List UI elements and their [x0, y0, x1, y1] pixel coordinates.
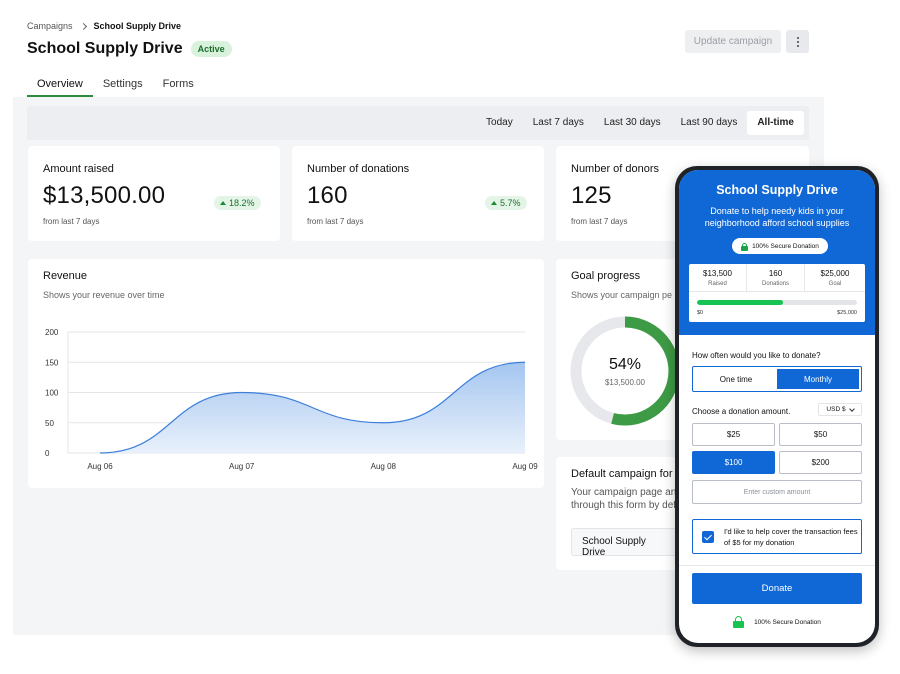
- goal-label: Goal: [828, 281, 842, 287]
- cover-fees-text: I'd like to help cover the transaction f…: [724, 527, 858, 547]
- goal-progress-bar: [697, 300, 857, 305]
- range-all-time[interactable]: All-time: [747, 111, 804, 135]
- tab-overview[interactable]: Overview: [27, 72, 93, 97]
- stat-subtext: from last 7 days: [43, 217, 100, 226]
- lock-icon: [733, 616, 745, 628]
- secure-badge: 100% Secure Donation: [732, 238, 828, 254]
- revenue-card: Revenue Shows your revenue over time 0 50…: [28, 259, 544, 488]
- divider: [679, 565, 875, 566]
- donations-value: 160: [768, 269, 783, 278]
- trend-up-icon: [491, 201, 497, 205]
- donation-description: Donate to help needy kids in your neighb…: [704, 206, 850, 228]
- raised-label: Raised: [708, 281, 727, 287]
- cover-fees-checkbox[interactable]: [702, 531, 714, 543]
- amount-25-button[interactable]: $25: [692, 423, 775, 446]
- stat-label: Amount raised: [43, 163, 114, 175]
- title-row: School Supply Drive Active: [27, 40, 232, 58]
- amount-100-button[interactable]: $100: [692, 451, 775, 474]
- trend-up-icon: [220, 201, 226, 205]
- donation-header: School Supply Drive Donate to help needy…: [679, 170, 875, 335]
- x-tick-label: Aug 06: [87, 462, 113, 471]
- stat-change-badge: 5.7%: [485, 196, 527, 210]
- frequency-toggle: One time Monthly: [692, 366, 862, 392]
- y-tick-label: 150: [45, 358, 59, 367]
- chevron-right-icon: [79, 22, 87, 30]
- amount-200-button[interactable]: $200: [779, 451, 862, 474]
- goal-amount: $13,500.00: [604, 377, 646, 387]
- range-last-30-days[interactable]: Last 30 days: [594, 111, 671, 135]
- tab-settings[interactable]: Settings: [93, 72, 153, 97]
- chevron-down-icon: [848, 405, 855, 412]
- donate-button[interactable]: Donate: [692, 573, 862, 604]
- goal-progress-fill: [697, 300, 784, 305]
- frequency-monthly[interactable]: Monthly: [777, 369, 859, 389]
- donation-form-screen: School Supply Drive Donate to help needy…: [679, 170, 875, 643]
- date-range-bar: Today Last 7 days Last 30 days Last 90 d…: [27, 106, 809, 140]
- default-form-select[interactable]: School Supply Drive: [571, 528, 681, 558]
- stat-change-badge: 18.2%: [214, 196, 261, 210]
- tab-forms[interactable]: Forms: [153, 72, 204, 97]
- default-form-desc-line2: through this form by defa: [571, 500, 682, 511]
- stat-label: Number of donations: [307, 163, 410, 175]
- lock-icon: [741, 242, 749, 251]
- stat-value: 125: [571, 182, 612, 209]
- currency-value: USD $: [826, 406, 846, 413]
- x-tick-label: Aug 08: [371, 462, 397, 471]
- goal-value: $25,000: [820, 269, 850, 278]
- phone-frame: School Supply Drive Donate to help needy…: [675, 166, 879, 647]
- default-form-desc-line1: Your campaign page and: [571, 487, 682, 498]
- stat-raised: $13,500 Raised: [689, 264, 747, 292]
- default-form-title: Default campaign for: [571, 468, 673, 480]
- update-campaign-button[interactable]: Update campaign: [685, 30, 781, 53]
- frequency-one-time[interactable]: One time: [695, 369, 777, 389]
- y-tick-label: 200: [45, 328, 59, 337]
- breadcrumb-parent-link[interactable]: Campaigns: [27, 21, 73, 31]
- progress-min: $0: [697, 310, 704, 316]
- stat-value: $13,500.00: [43, 182, 166, 209]
- tab-bar: Overview Settings Forms: [27, 72, 204, 97]
- range-last-7-days[interactable]: Last 7 days: [523, 111, 594, 135]
- cover-fees-option[interactable]: I'd like to help cover the transaction f…: [692, 519, 862, 554]
- range-last-90-days[interactable]: Last 90 days: [671, 111, 748, 135]
- stat-goal: $25,000 Goal: [805, 264, 865, 292]
- y-tick-label: 0: [45, 449, 50, 458]
- donation-title: School Supply Drive: [716, 183, 838, 197]
- stat-card-amount-raised: Amount raised $13,500.00 18.2% from last…: [28, 146, 280, 241]
- more-options-icon[interactable]: [786, 30, 809, 53]
- revenue-chart: 0 50 100 150 200 Aug 06 Aug 07 Aug 08 Aug 09: [45, 328, 538, 471]
- range-today[interactable]: Today: [476, 111, 523, 135]
- stat-change-value: 5.7%: [500, 198, 521, 208]
- secure-badge-label: 100% Secure Donation: [752, 242, 819, 250]
- raised-value: $13,500: [703, 269, 732, 278]
- custom-amount-input[interactable]: Enter custom amount: [692, 480, 862, 504]
- goal-percent: 54%: [608, 355, 642, 373]
- x-tick-label: Aug 09: [512, 462, 538, 471]
- y-tick-label: 100: [45, 389, 59, 398]
- stat-subtext: from last 7 days: [571, 217, 628, 226]
- stat-change-value: 18.2%: [229, 198, 255, 208]
- page-title: School Supply Drive: [27, 40, 183, 57]
- campaign-stats-box: $13,500 Raised 160 Donations $25,000 Goa…: [689, 264, 865, 322]
- breadcrumb: Campaigns School Supply Drive: [27, 21, 181, 31]
- goal-center: 54% $13,500.00: [570, 316, 680, 426]
- progress-max: $25,000: [837, 310, 857, 316]
- frequency-question: How often would you like to donate?: [692, 351, 821, 360]
- footer-secure: 100% Secure Donation: [679, 616, 875, 628]
- footer-secure-label: 100% Secure Donation: [754, 618, 821, 626]
- stat-label: Number of donors: [571, 163, 660, 175]
- x-tick-label: Aug 07: [229, 462, 255, 471]
- breadcrumb-current: School Supply Drive: [93, 21, 182, 31]
- stat-card-number-of-donations: Number of donations 160 5.7% from last 7…: [292, 146, 544, 241]
- amount-50-button[interactable]: $50: [779, 423, 862, 446]
- y-tick-label: 50: [45, 419, 54, 428]
- currency-select[interactable]: USD $: [818, 403, 862, 416]
- stat-subtext: from last 7 days: [307, 217, 364, 226]
- amount-question: Choose a donation amount.: [692, 407, 791, 416]
- status-badge: Active: [190, 41, 232, 57]
- stat-donations: 160 Donations: [747, 264, 805, 292]
- donations-label: Donations: [761, 281, 790, 287]
- stat-value: 160: [307, 182, 348, 209]
